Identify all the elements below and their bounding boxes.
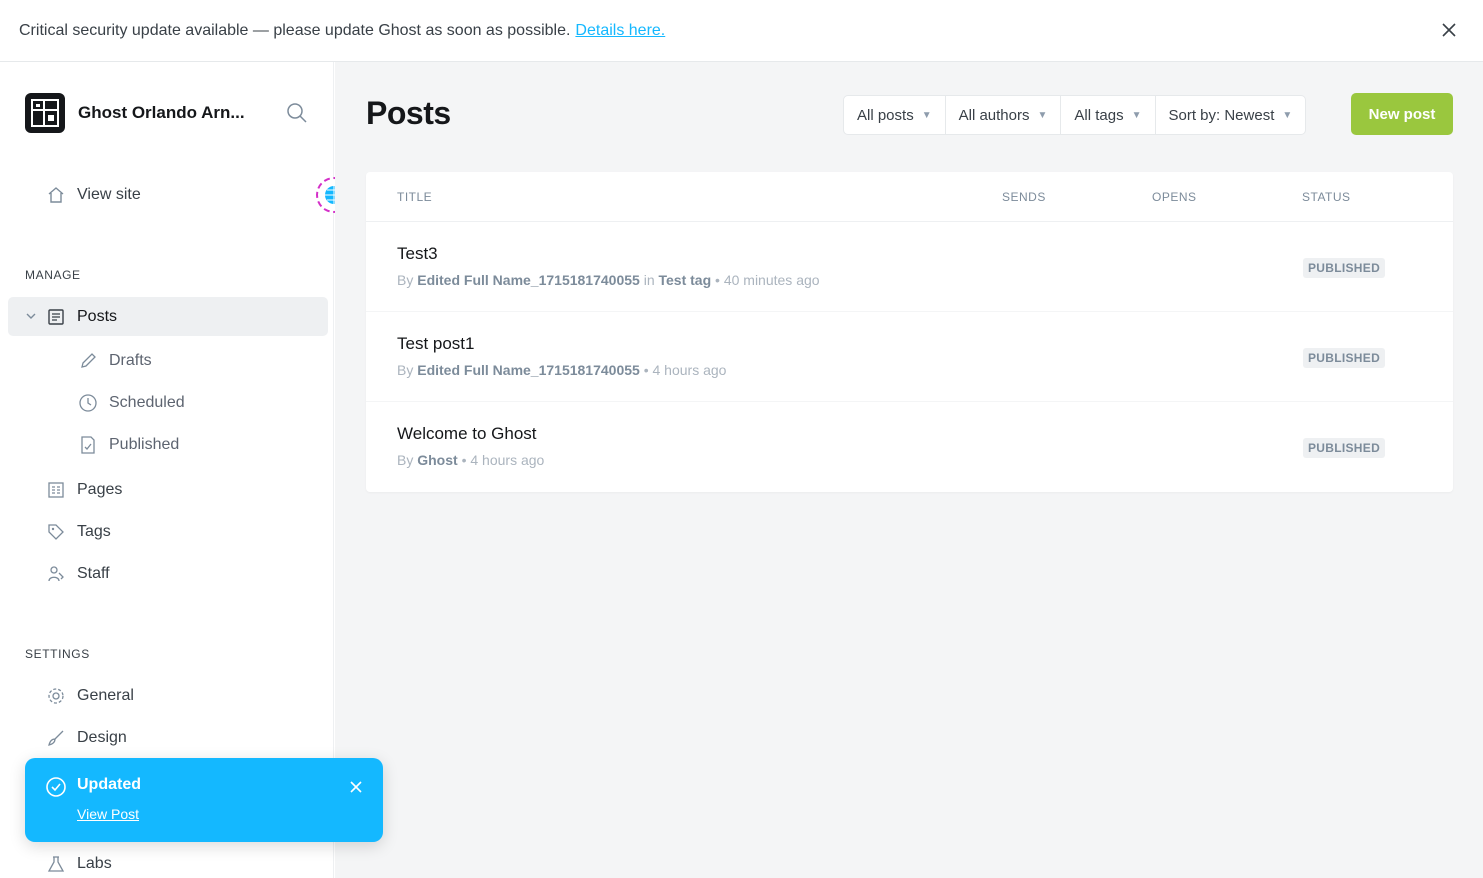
post-meta: By Edited Full Name_1715181740055 in Tes… (397, 272, 820, 288)
flask-icon (45, 853, 67, 875)
sidebar-item-general[interactable]: General (45, 685, 134, 707)
sidebar-item-label: Design (77, 729, 127, 746)
sidebar-item-tags[interactable]: Tags (45, 521, 111, 543)
pencil-icon (77, 350, 99, 372)
meta-author: Ghost (417, 452, 458, 468)
manage-section-label: MANAGE (25, 268, 81, 282)
sort-select[interactable]: Sort by: Newest ▼ (1156, 96, 1306, 134)
toast-title: Updated (77, 776, 141, 793)
filter-tags-select[interactable]: All tags ▼ (1061, 96, 1156, 134)
brand[interactable]: Ghost Orlando Arn... (25, 93, 268, 133)
settings-section-label: SETTINGS (25, 647, 90, 661)
meta-time: • 4 hours ago (461, 452, 545, 468)
table-row[interactable]: Test3 By Edited Full Name_1715181740055 … (366, 222, 1453, 312)
meta-time: • 4 hours ago (643, 362, 727, 378)
posts-icon (45, 306, 67, 328)
sidebar-item-labs[interactable]: Labs (45, 853, 112, 875)
filter-label: Sort by: Newest (1168, 106, 1275, 124)
sidebar-item-scheduled[interactable]: Scheduled (77, 392, 185, 414)
sidebar-item-design[interactable]: Design (45, 727, 127, 749)
security-banner: Critical security update available — ple… (0, 0, 1483, 62)
sidebar-item-label: View site (77, 186, 141, 203)
sidebar-item-drafts[interactable]: Drafts (77, 350, 152, 372)
sidebar-item-published[interactable]: Published (77, 434, 179, 456)
sidebar-item-posts[interactable]: Posts (45, 306, 117, 328)
chevron-down-icon: ▼ (1037, 109, 1048, 121)
post-meta: By Ghost • 4 hours ago (397, 452, 544, 468)
column-status: STATUS (1302, 190, 1351, 204)
post-title: Test post1 (397, 334, 475, 353)
notification-toast: Updated View Post (25, 758, 383, 842)
meta-by: By (397, 272, 414, 288)
sidebar-item-staff[interactable]: Staff (45, 563, 110, 585)
brand-name: Ghost Orlando Arn... (78, 103, 245, 122)
page-title: Posts (366, 95, 451, 131)
filter-label: All tags (1074, 106, 1124, 124)
sidebar-item-label: Posts (77, 308, 118, 325)
main-content: Posts All posts ▼ All authors ▼ All tags ▼ … (335, 62, 1483, 878)
sidebar: Ghost Orlando Arn... View site MANAGE Po… (0, 62, 352, 878)
published-icon (77, 434, 99, 456)
clock-icon (77, 392, 99, 414)
filter-posts-select[interactable]: All posts ▼ (844, 96, 946, 134)
table-row[interactable]: Test post1 By Edited Full Name_171518174… (366, 312, 1453, 402)
new-post-button[interactable]: New post (1351, 93, 1453, 135)
banner-details-link[interactable]: Details here. (575, 22, 665, 40)
status-badge: PUBLISHED (1303, 348, 1386, 368)
status-badge: PUBLISHED (1303, 258, 1386, 278)
column-sends: SENDS (1002, 190, 1046, 204)
sidebar-item-label: General (77, 687, 134, 704)
sidebar-item-view-site[interactable]: View site (45, 184, 141, 206)
table-header: TITLE SENDS OPENS STATUS (366, 172, 1453, 222)
post-meta: By Edited Full Name_1715181740055 • 4 ho… (397, 362, 726, 378)
home-icon (45, 184, 67, 206)
meta-tag: Test tag (658, 272, 712, 288)
column-opens: OPENS (1152, 190, 1197, 204)
column-title: TITLE (397, 190, 433, 204)
sidebar-item-label: Pages (77, 481, 123, 498)
toast-close-icon[interactable] (347, 778, 365, 796)
brush-icon (45, 727, 67, 749)
chevron-down-icon: ▼ (1282, 109, 1293, 121)
filter-label: All authors (958, 106, 1030, 124)
post-title: Welcome to Ghost (397, 424, 537, 443)
filter-label: All posts (857, 106, 914, 124)
check-circle-icon (45, 776, 67, 798)
meta-by: By (397, 452, 414, 468)
sidebar-item-label: Drafts (109, 352, 152, 369)
sidebar-item-pages[interactable]: Pages (45, 479, 122, 501)
chevron-down-icon: ▼ (921, 109, 932, 121)
posts-table: TITLE SENDS OPENS STATUS Test3 By Edited… (366, 172, 1453, 492)
meta-time: • 40 minutes ago (715, 272, 820, 288)
gear-icon (45, 685, 67, 707)
meta-by: By (397, 362, 414, 378)
filter-authors-select[interactable]: All authors ▼ (946, 96, 1062, 134)
search-icon[interactable] (286, 102, 308, 124)
meta-author: Edited Full Name_1715181740055 (417, 272, 640, 288)
table-row[interactable]: Welcome to Ghost By Ghost • 4 hours ago … (366, 402, 1453, 492)
toast-view-post-link[interactable]: View Post (77, 806, 139, 822)
status-badge: PUBLISHED (1303, 438, 1386, 458)
filter-bar: All posts ▼ All authors ▼ All tags ▼ Sort b… (843, 95, 1307, 135)
banner-text: Critical security update available — ple… (19, 21, 571, 39)
sidebar-item-label: Staff (77, 565, 110, 582)
post-title: Test3 (397, 244, 438, 263)
meta-author: Edited Full Name_1715181740055 (417, 362, 640, 378)
tag-icon (45, 521, 67, 543)
brand-logo (25, 93, 65, 133)
chevron-down-icon[interactable] (24, 309, 38, 323)
chevron-down-icon: ▼ (1131, 109, 1142, 121)
banner-close-icon[interactable] (1437, 18, 1461, 42)
pages-icon (45, 479, 67, 501)
sidebar-item-label: Published (109, 436, 180, 453)
sidebar-item-label: Scheduled (109, 394, 185, 411)
staff-icon (45, 563, 67, 585)
sidebar-item-label: Tags (77, 523, 111, 540)
meta-in: in (643, 272, 655, 288)
sidebar-item-label: Labs (77, 855, 112, 872)
